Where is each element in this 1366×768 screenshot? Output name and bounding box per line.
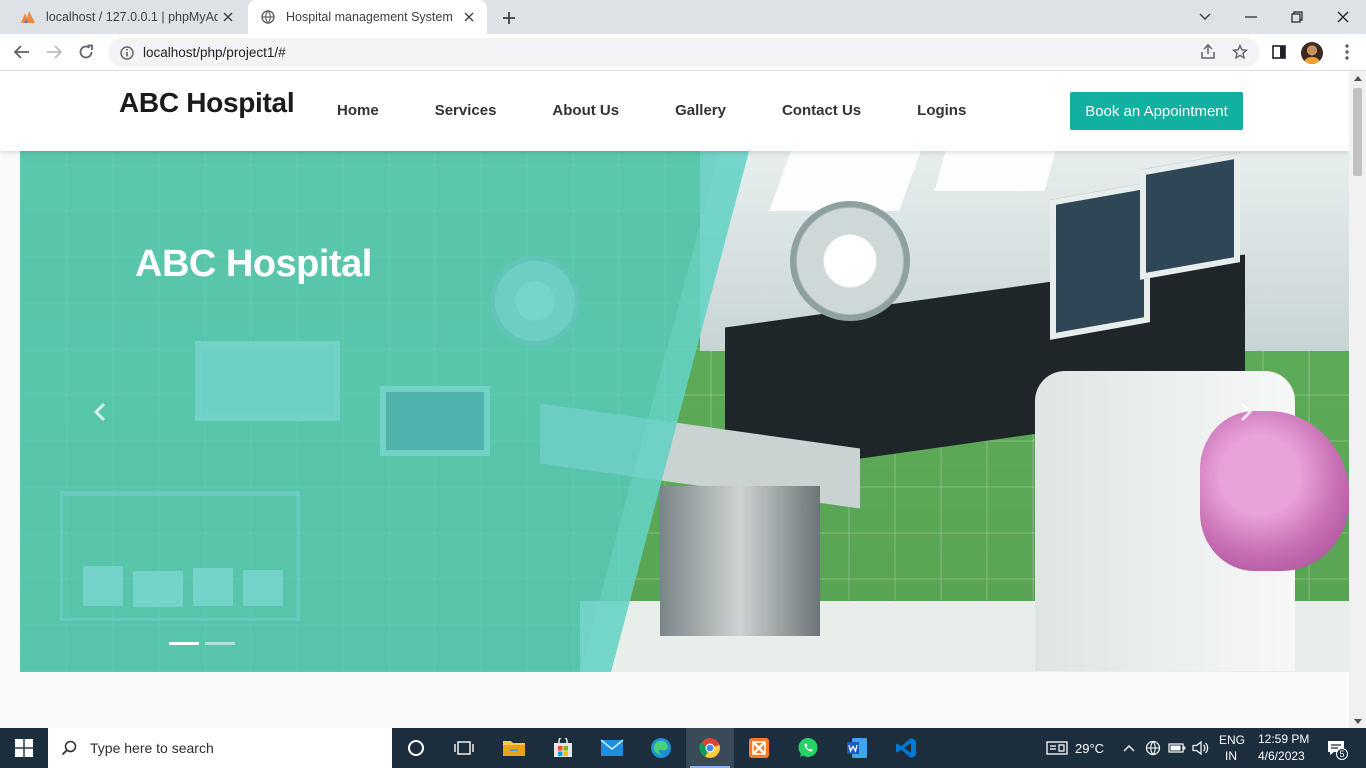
nav-home[interactable]: Home (337, 102, 379, 119)
input-region[interactable]: IN (1225, 749, 1237, 763)
site-info-icon[interactable] (119, 45, 135, 61)
chrome-browser-icon[interactable] (686, 728, 734, 768)
file-explorer-icon[interactable] (490, 728, 538, 768)
carousel-indicators (169, 642, 241, 645)
profile-avatar[interactable] (1301, 42, 1323, 64)
nav-about-us[interactable]: About Us (552, 102, 619, 119)
globe-icon (260, 9, 276, 25)
search-placeholder: Type here to search (90, 740, 214, 756)
clock-date[interactable]: 4/6/2023 (1258, 749, 1305, 763)
phpmyadmin-favicon-icon (20, 9, 36, 25)
chevron-up-icon[interactable] (1119, 738, 1139, 758)
tab-hospital-management[interactable]: Hospital management System (248, 0, 487, 34)
site-brand[interactable]: ABC Hospital (119, 87, 295, 119)
page-viewport: ABC Hospital Home Services About Us Gall… (0, 71, 1349, 728)
tab-search-chevron-down-icon[interactable] (1193, 5, 1217, 29)
page-scrollbar[interactable] (1349, 71, 1366, 728)
notification-count-badge: 5 (1336, 748, 1348, 760)
side-panel-icon[interactable] (1268, 40, 1290, 64)
weather-temperature[interactable]: 29°C (1075, 741, 1104, 756)
scroll-down-icon[interactable] (1349, 714, 1366, 728)
weather-icon[interactable] (1044, 738, 1070, 758)
network-globe-icon[interactable] (1143, 738, 1163, 758)
carousel-prev-icon[interactable] (90, 399, 110, 425)
carousel-indicator-1[interactable] (169, 642, 199, 645)
close-icon[interactable] (459, 7, 479, 27)
volume-icon[interactable] (1191, 738, 1211, 758)
tab-phpmyadmin[interactable]: localhost / 127.0.0.1 | phpMyAdmin (8, 0, 246, 34)
edge-browser-icon[interactable] (637, 728, 685, 768)
cortana-circle-icon[interactable] (392, 728, 440, 768)
clock-time[interactable]: 12:59 PM (1258, 732, 1309, 746)
forward-arrow-icon[interactable] (42, 40, 66, 64)
monitor-graphic (1050, 182, 1150, 340)
surgical-lamp-graphic (790, 201, 910, 321)
scroll-up-icon[interactable] (1349, 71, 1366, 85)
operating-table-base-graphic (660, 486, 820, 636)
nav-contact-us[interactable]: Contact Us (782, 102, 861, 119)
browser-tab-strip: localhost / 127.0.0.1 | phpMyAdmin Hospi… (0, 0, 1366, 34)
hero-title: ABC Hospital (135, 243, 372, 285)
kebab-menu-icon[interactable] (1336, 40, 1358, 64)
main-nav: Home Services About Us Gallery Contact U… (337, 102, 966, 119)
browser-toolbar: localhost/php/project1/# (0, 34, 1366, 71)
carousel-indicator-2[interactable] (205, 642, 235, 645)
tab-title: localhost / 127.0.0.1 | phpMyAdmin (46, 10, 218, 24)
close-icon[interactable] (218, 7, 238, 27)
back-arrow-icon[interactable] (10, 40, 34, 64)
microsoft-store-icon[interactable] (539, 728, 587, 768)
mail-icon[interactable] (588, 728, 636, 768)
task-view-icon[interactable] (440, 728, 488, 768)
site-header: ABC Hospital Home Services About Us Gall… (0, 71, 1349, 151)
whatsapp-icon[interactable] (784, 728, 832, 768)
tab-title: Hospital management System (286, 10, 453, 24)
book-appointment-button[interactable]: Book an Appointment (1070, 92, 1243, 130)
vscode-icon[interactable] (882, 728, 930, 768)
hero-carousel: ABC Hospital (20, 151, 1349, 672)
taskbar-search-input[interactable]: Type here to search (48, 728, 392, 768)
restore-icon[interactable] (1285, 5, 1309, 29)
skylight-graphic (934, 151, 1056, 191)
search-icon (60, 739, 78, 757)
nav-logins[interactable]: Logins (917, 102, 966, 119)
monitor-graphic (1140, 152, 1240, 280)
nav-services[interactable]: Services (435, 102, 497, 119)
window-close-icon[interactable] (1331, 5, 1355, 29)
nav-gallery[interactable]: Gallery (675, 102, 726, 119)
new-tab-plus-icon[interactable] (498, 7, 520, 29)
word-icon[interactable] (833, 728, 881, 768)
scroll-thumb[interactable] (1353, 88, 1362, 176)
windows-taskbar: Type here to search 29°C ENG IN 12:59 PM… (0, 728, 1366, 768)
carousel-next-icon[interactable] (1236, 399, 1256, 425)
xampp-icon[interactable] (735, 728, 783, 768)
reload-icon[interactable] (74, 40, 98, 64)
input-language[interactable]: ENG (1219, 733, 1245, 747)
url-text[interactable]: localhost/php/project1/# (143, 45, 286, 60)
windows-start-icon[interactable] (0, 728, 48, 768)
minimize-icon[interactable] (1239, 5, 1263, 29)
bookmark-star-icon[interactable] (1229, 40, 1251, 64)
share-icon[interactable] (1197, 40, 1219, 64)
address-bar[interactable]: localhost/php/project1/# (108, 38, 1260, 67)
battery-icon[interactable] (1167, 738, 1187, 758)
tubing-graphic (1200, 411, 1349, 571)
